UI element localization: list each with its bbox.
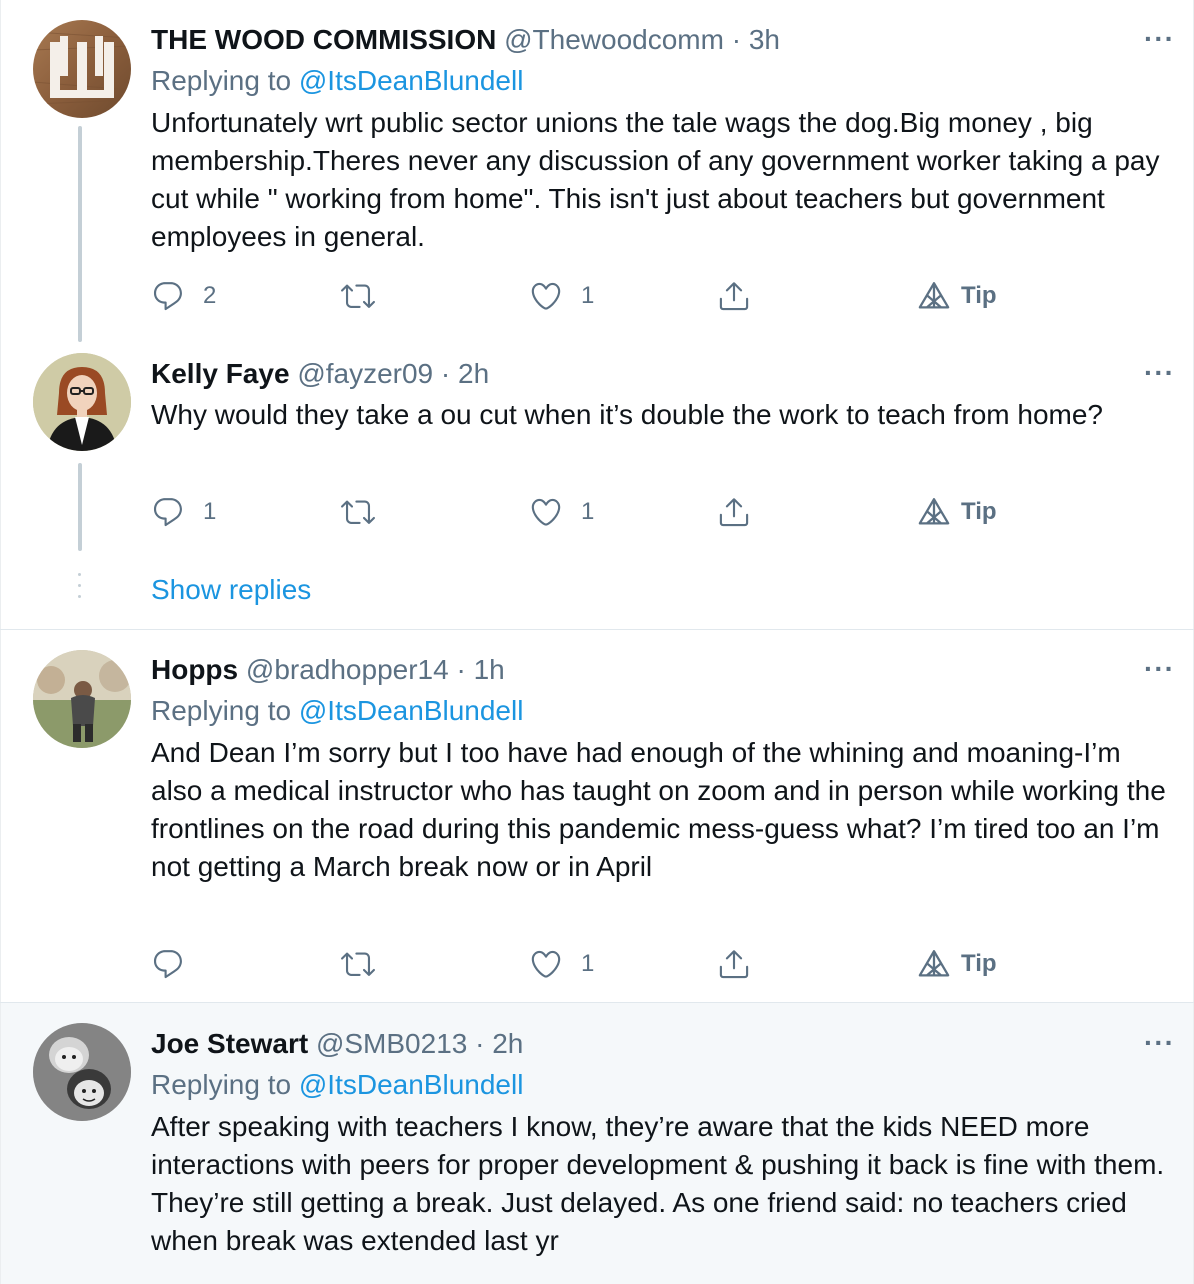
share-icon (717, 495, 751, 529)
replying-to: Replying to @ItsDeanBlundell (151, 692, 523, 730)
retweet-button[interactable] (341, 492, 375, 532)
share-icon (717, 279, 751, 313)
more-options-icon[interactable]: ··· (1144, 358, 1175, 388)
like-count: 1 (581, 950, 595, 977)
tweet-text: And Dean I’m sorry but I too have had en… (151, 737, 1166, 882)
tweet-header: Hopps @bradhopper14 · 1h (151, 650, 505, 690)
children-photo-avatar-icon (33, 1023, 131, 1121)
outdoor-photo-avatar-icon (33, 650, 131, 748)
more-options-icon[interactable]: ··· (1144, 24, 1175, 54)
replying-to-label: Replying to (151, 695, 292, 726)
retweet-icon (341, 279, 375, 313)
tweet-hopps[interactable]: Hopps @bradhopper14 · 1h ··· Replying to… (0, 630, 1194, 1002)
like-button[interactable]: 1 (529, 492, 594, 532)
tweet-text: After speaking with teachers I know, the… (151, 1111, 1165, 1256)
tweet-text: Unfortunately wrt public sector unions t… (151, 107, 1160, 252)
tip-button[interactable]: Tip (917, 276, 997, 316)
user-handle[interactable]: @bradhopper14 (246, 654, 449, 685)
like-button[interactable]: 1 (529, 276, 594, 316)
show-replies-link[interactable]: Show replies (151, 571, 311, 609)
tweet-header: THE WOOD COMMISSION @Thewoodcomm · 3h (151, 20, 780, 60)
more-options-icon[interactable]: ··· (1144, 1028, 1175, 1058)
more-options-icon[interactable]: ··· (1144, 654, 1175, 684)
replying-to-handle[interactable]: @ItsDeanBlundell (299, 65, 524, 96)
avatar[interactable] (33, 20, 131, 118)
share-button[interactable] (717, 944, 751, 984)
avatar[interactable] (33, 353, 131, 451)
replying-to-label: Replying to (151, 65, 292, 96)
avatar[interactable] (33, 650, 131, 748)
like-count: 1 (581, 282, 595, 309)
user-handle[interactable]: @fayzer09 (297, 358, 433, 389)
heart-icon (529, 495, 563, 529)
display-name[interactable]: Hopps (151, 654, 238, 685)
tweet-text: Why would they take a ou cut when it’s d… (151, 399, 1103, 430)
display-name[interactable]: Kelly Faye (151, 358, 290, 389)
tip-icon (917, 947, 951, 981)
tip-label: Tip (961, 282, 997, 309)
heart-icon (529, 947, 563, 981)
tip-button[interactable]: Tip (917, 492, 997, 532)
reply-button[interactable] (151, 944, 185, 984)
timestamp[interactable]: · 1h (456, 654, 504, 685)
tip-label: Tip (961, 498, 997, 525)
replying-to-handle[interactable]: @ItsDeanBlundell (299, 1069, 524, 1100)
share-button[interactable] (717, 276, 751, 316)
reply-icon (151, 279, 185, 313)
heart-icon (529, 279, 563, 313)
tip-icon (917, 279, 951, 313)
retweet-icon (341, 947, 375, 981)
tweet-header: Kelly Faye @fayzer09 · 2h (151, 354, 489, 394)
reply-button[interactable]: 1 (151, 492, 216, 532)
thread-dots (78, 573, 82, 606)
retweet-button[interactable] (341, 944, 375, 984)
action-bar: 1 Tip (151, 944, 1051, 984)
timestamp[interactable]: · 2h (441, 358, 489, 389)
reply-count: 1 (203, 498, 217, 525)
action-bar: 2 1 Tip (151, 276, 1051, 316)
user-handle[interactable]: @Thewoodcomm (504, 24, 724, 55)
thread-line (78, 463, 82, 551)
tweet-wood-commission[interactable]: THE WOOD COMMISSION @Thewoodcomm · 3h ··… (0, 0, 1194, 345)
timestamp[interactable]: · 3h (732, 24, 780, 55)
replying-to-handle[interactable]: @ItsDeanBlundell (299, 695, 524, 726)
action-bar: 1 1 Tip (151, 492, 1051, 532)
retweet-icon (341, 495, 375, 529)
reply-count: 2 (203, 282, 217, 309)
tweet-header: Joe Stewart @SMB0213 · 2h (151, 1024, 523, 1064)
tip-icon (917, 495, 951, 529)
replying-to: Replying to @ItsDeanBlundell (151, 62, 523, 100)
reply-icon (151, 947, 185, 981)
timestamp[interactable]: · 2h (475, 1028, 523, 1059)
share-button[interactable] (717, 492, 751, 532)
display-name[interactable]: THE WOOD COMMISSION (151, 24, 496, 55)
retweet-button[interactable] (341, 276, 375, 316)
like-count: 1 (581, 498, 595, 525)
reply-icon (151, 495, 185, 529)
replying-to-label: Replying to (151, 1069, 292, 1100)
thread-line (78, 126, 82, 342)
tweet-joe-stewart[interactable]: Joe Stewart @SMB0213 · 2h ··· Replying t… (0, 1003, 1194, 1284)
display-name[interactable]: Joe Stewart (151, 1028, 308, 1059)
replying-to: Replying to @ItsDeanBlundell (151, 1066, 523, 1104)
reply-button[interactable]: 2 (151, 276, 216, 316)
user-handle[interactable]: @SMB0213 (316, 1028, 467, 1059)
tip-button[interactable]: Tip (917, 944, 997, 984)
avatar[interactable] (33, 1023, 131, 1121)
share-icon (717, 947, 751, 981)
woman-avatar-icon (33, 353, 131, 451)
tip-label: Tip (961, 950, 997, 977)
wood-commission-logo-icon (33, 20, 131, 118)
tweet-kelly-faye[interactable]: Kelly Faye @fayzer09 · 2h ··· Why would … (0, 345, 1194, 630)
like-button[interactable]: 1 (529, 944, 594, 984)
